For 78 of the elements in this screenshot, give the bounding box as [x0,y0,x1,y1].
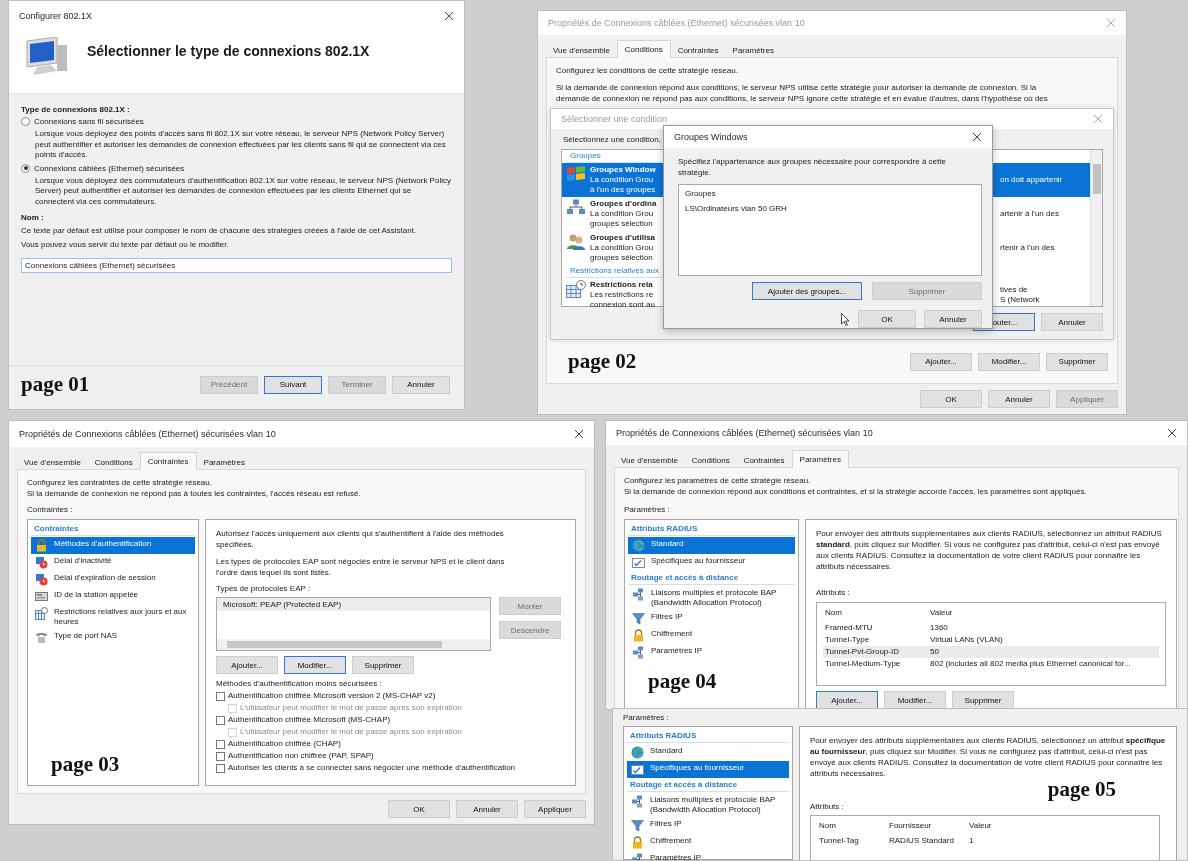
intro-text: Si la demande de connexion répond aux conditions et contraintes, et si la stratégie accorde l'accès, les paramètres sont appliqués. [624,486,1088,497]
condition-text: connexion sont au [590,300,655,310]
option-description: Lorsque vous déployez des points d'accès sans fil 802.1X sur votre réseau, le serveur NPS (Network Policy Server) peut authentifier et autoriser les demandes de connexion effectuées par les clients sans fil qui se connectent via ces points d'accès. [34,129,447,161]
intro-text: Si la demande de connexion ne répond pas à toutes les contraintes, l'accès réseau est refusé. [27,488,362,499]
page-label: page 03 [51,752,120,776]
condition-text: S (Network [1000,295,1041,305]
condition-text: tives de [1000,285,1029,295]
window-title: Propriétés de Connexions câblées (Ethernet) sécurisées vlan 10 [19,429,276,439]
intro-text: Configurez les conditions de cette stratégie réseau. [556,65,739,76]
wizard-heading: Sélectionner le type de connexions 802.1X [87,43,370,59]
column-header: Groupes [685,189,717,199]
list-label: Paramètres : [623,713,669,722]
condition-text: artenir à l'un des [1000,209,1060,219]
info-text: Autorisez l'accès uniquement aux clients qui s'authentifient à l'aide des méthodes spécifiées. [216,528,505,550]
condition-text: groupes sélection [590,253,654,263]
window-title: Propriétés de Connexions câblées (Ethernet) sécurisées vlan 10 [548,18,805,28]
table-cell-text: Virtual LANs (VLAN) [929,634,1004,646]
name-label: Nom : [21,213,45,222]
condition-text: La condition Grou [590,243,655,253]
condition-text: groupes sélection [590,219,654,229]
prompt-text: Spécifiez l'appartenance aux groupes nécessaire pour correspondre à cette stratégie. [678,156,947,178]
dialog-title: Groupes Windows [674,132,748,142]
table-cell-text: Tunnel-Pvt-Group-ID [824,646,900,658]
table-cell-text: Tunnel-Type [824,634,871,646]
page-label: page 04 [648,669,717,693]
description-text: Si la demande de connexion répond aux conditions, le serveur NPS utilise cette stratégie pour autoriser la demande de connexion. Si la [556,82,1038,93]
group-header: Routage et accès à distance [628,572,795,585]
list-label: Contraintes : [27,505,73,514]
column-header: Valeur [968,820,993,832]
table-cell-text: Tunnel-Medium-Type [824,658,902,670]
group-header: Attributs RADIUS [627,730,789,743]
help-text: Vous pouvez vous servir du texte par défaut ou le modifier. [21,239,230,250]
list-label: Attributs : [816,588,850,597]
dialog-title: Sélectionner une condition [561,114,668,124]
list-label: Types de protocoles EAP : [216,584,311,593]
group-header: Routage et accès à distance [627,779,789,792]
table-cell-text: 1 [968,835,975,847]
table-cell-text: 1360 [929,622,949,634]
condition-text: La condition Grou [590,175,655,185]
column-header: Nom [824,607,843,619]
prompt-text: Sélectionnez une condition, [563,135,661,144]
column-header: Nom [818,820,837,832]
table-cell-text: RADIUS Standard [888,835,955,847]
condition-text: à l'un des groupes [590,185,656,195]
condition-text: rtenir à l'un des [1000,243,1056,253]
page-label: page 05 [1047,777,1116,802]
condition-text: La condition Grou [590,209,655,219]
section-label: Type de connexions 802.1X : [21,105,131,114]
condition-text: Les restrictions re [590,290,655,300]
condition-text: on doit appartenir [1000,175,1064,185]
table-cell-text: Tunnel-Tag [818,835,860,847]
intro-text: Configurez les contraintes de cette stratégie réseau. [27,477,213,488]
page-label: page 02 [568,349,637,374]
table-cell-text: Framed-MTU [824,622,874,634]
section-label: Méthodes d'authentification moins sécurisées : [216,679,382,688]
table-cell-text: 802 (includes all 802 media plus Ethernet canonical for... [929,658,1132,670]
condition-text: Groupes d'ordina [590,199,657,209]
group-header: Attributs RADIUS [628,523,795,536]
info-text: Pour envoyer des attributs supplémentaires aux clients RADIUS, sélectionnez un attribut RADIUS standard, puis cliquez sur Modifier. Si vous ne configurez pas d'attribut, celui-ci n'est pas envoyé aux clients RADIUS. Consultez la documentation de votre client RADIUS pour connaître les attributs nécessaires. [816,528,1163,572]
option-description: Lorsque vous déployez des commutateurs d'authentification 802.1X sur votre réseau, le serveur NPS (Network Policy Server) peut authentifier et autoriser les demandes de connexion effectuées par les clients Ethernet qui se connectent via ces commutateurs. [34,175,452,207]
condition-text: Groupes Window [590,165,656,175]
info-text: Pour envoyer des attributs supplémentaires aux clients RADIUS, sélectionnez un attribut spécifique au fournisseur, puis cliquez sur Modifier. Si vous ne configurez pas d'attribut, celui-ci n'est pas envoyé aux clients RADIUS. Consultez la documentation de votre client RADIUS pour connaître les attributs nécessaires. [810,735,1166,779]
condition-text: Restrictions rela [590,280,654,290]
column-header: Fournisseur [888,820,933,832]
window-title: Propriétés de Connexions câblées (Ethernet) sécurisées vlan 10 [616,428,873,438]
description-text: demande de connexion ne répond pas aux conditions, le serveur NPS ignore cette stratégie et en évalue d'autres, dans l'hypothèse où des [556,93,1049,104]
intro-text: Configurez les paramètres de cette stratégie réseau. [624,475,812,486]
column-header: Valeur [929,607,954,619]
condition-text: Groupes d'utilisa [590,233,656,243]
group-header: Restrictions relatives aux [566,265,662,278]
list-label: Paramètres : [624,505,670,514]
help-text: Ce texte par défaut est utilisé pour composer le nom de chacune des stratégies créées à l'aide de cet Assistant. [21,225,418,236]
list-label: Attributs : [810,802,844,811]
group-header: Contraintes [31,523,195,536]
page-label: page 01 [21,372,90,397]
info-text: Les types de protocoles EAP sont négociés entre le serveur NPS et le client dans l'ordre dans lequel ils sont listés. [216,556,506,578]
table-cell-text: 50 [929,646,940,658]
window-title: Configurer 802.1X [19,11,93,21]
